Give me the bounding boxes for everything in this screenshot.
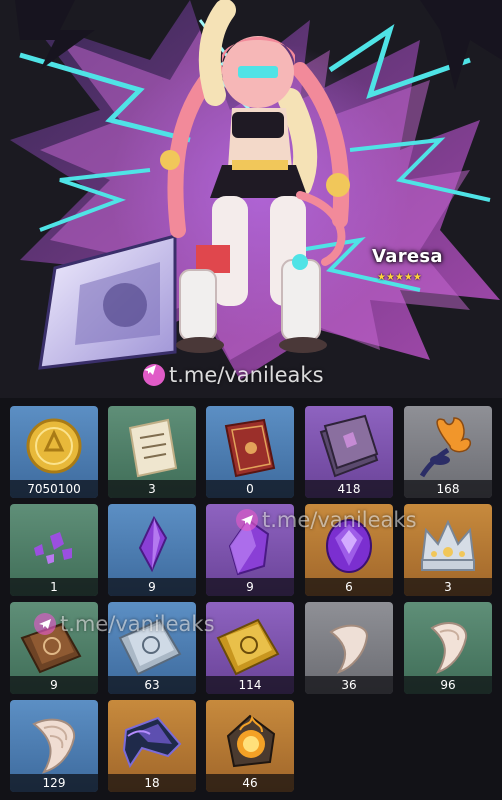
item-count: 96 bbox=[404, 676, 492, 694]
item-tile[interactable]: 114 bbox=[206, 602, 294, 694]
item-tile[interactable]: 129 bbox=[10, 700, 98, 792]
item-count: 18 bbox=[108, 774, 196, 792]
item-count: 1 bbox=[10, 578, 98, 596]
item-count: 9 bbox=[206, 578, 294, 596]
watermark: t.me/vanileaks bbox=[34, 612, 215, 636]
watermark-text: t.me/vanileaks bbox=[60, 612, 215, 636]
telegram-icon bbox=[34, 613, 56, 635]
item-count: 6 bbox=[305, 578, 393, 596]
item-count: 114 bbox=[206, 676, 294, 694]
character-splash-art bbox=[10, 0, 502, 380]
item-count: 36 bbox=[305, 676, 393, 694]
telegram-icon bbox=[143, 364, 165, 386]
item-count: 168 bbox=[404, 480, 492, 498]
telegram-icon bbox=[236, 509, 258, 531]
item-tile[interactable]: 0 bbox=[206, 406, 294, 498]
watermark: t.me/vanileaks bbox=[143, 363, 324, 387]
item-count: 9 bbox=[108, 578, 196, 596]
item-count: 0 bbox=[206, 480, 294, 498]
item-tile[interactable]: 46 bbox=[206, 700, 294, 792]
character-name: Varesa bbox=[372, 246, 443, 267]
watermark-text: t.me/vanileaks bbox=[262, 508, 417, 532]
watermark-text: t.me/vanileaks bbox=[169, 363, 324, 387]
item-tile[interactable]: 7050100 bbox=[10, 406, 98, 498]
item-count: 3 bbox=[404, 578, 492, 596]
character-banner: Varesa ★★★★★ t.me/vanileaks bbox=[0, 0, 502, 398]
watermark: t.me/vanileaks bbox=[236, 508, 417, 532]
item-tile[interactable]: 3 bbox=[404, 504, 492, 596]
star-rating: ★★★★★ bbox=[377, 272, 422, 283]
item-tile[interactable]: 418 bbox=[305, 406, 393, 498]
item-tile[interactable]: 36 bbox=[305, 602, 393, 694]
item-count: 418 bbox=[305, 480, 393, 498]
item-count: 9 bbox=[10, 676, 98, 694]
item-tile[interactable]: 96 bbox=[404, 602, 492, 694]
item-tile[interactable]: 9 bbox=[108, 504, 196, 596]
item-count: 46 bbox=[206, 774, 294, 792]
item-count: 129 bbox=[10, 774, 98, 792]
item-tile[interactable]: 1 bbox=[10, 504, 98, 596]
item-tile[interactable]: 18 bbox=[108, 700, 196, 792]
item-count: 63 bbox=[108, 676, 196, 694]
materials-grid: 7050100 3 0 418 168 1 9 9 6 3 9 63 114 3… bbox=[0, 398, 502, 800]
item-tile[interactable]: 168 bbox=[404, 406, 492, 498]
item-tile[interactable]: 3 bbox=[108, 406, 196, 498]
item-count: 3 bbox=[108, 480, 196, 498]
item-count: 7050100 bbox=[10, 480, 98, 498]
